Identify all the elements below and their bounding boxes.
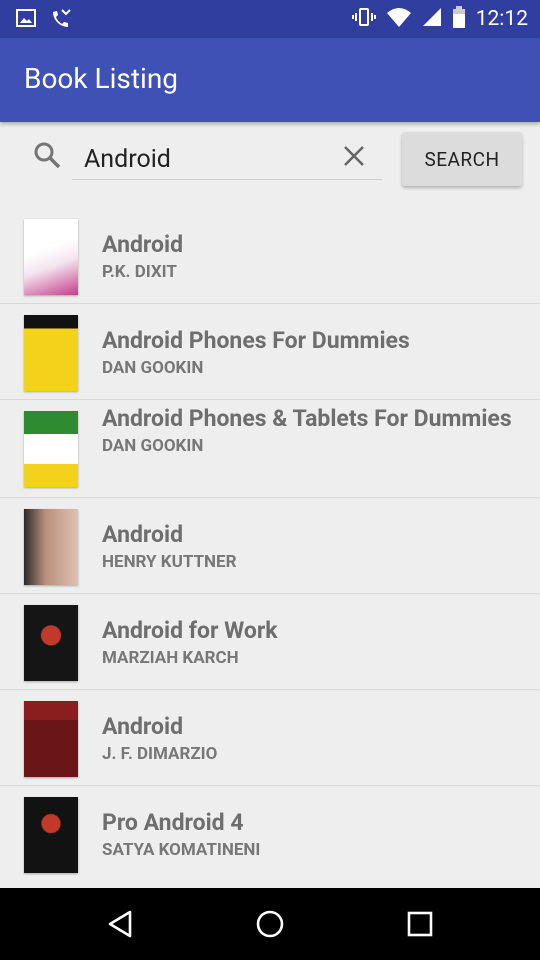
book-author: J. F. DIMARZIO [102,744,218,764]
book-cover [24,701,78,777]
book-cover [24,315,78,391]
list-item[interactable]: Android P.K. DIXIT [0,208,540,304]
book-title: Android [102,713,184,740]
list-item[interactable]: Android for Work MARZIAH KARCH [0,594,540,690]
book-author: MARZIAH KARCH [102,648,239,668]
battery-icon [452,6,466,32]
book-title: Pro Android 4 [102,809,244,836]
app-bar: Book Listing [0,38,540,122]
search-row: SEARCH [0,122,540,202]
book-title: Android Phones & Tablets For Dummies [102,405,512,432]
back-icon[interactable] [104,908,136,944]
vibrate-icon [351,7,376,31]
recents-icon[interactable] [404,908,436,944]
book-author: P.K. DIXIT [102,262,177,282]
status-time: 12:12 [475,7,528,31]
book-title: Android for Work [102,617,278,644]
status-bar: 12:12 [0,0,540,38]
missed-call-icon [50,8,72,32]
book-title: Android [102,521,184,548]
book-cover [24,509,78,585]
book-author: DAN GOOKIN [102,436,204,456]
list-item[interactable]: Android Phones For Dummies DAN GOOKIN [0,304,540,400]
search-input[interactable] [72,140,382,180]
navigation-bar [0,888,540,960]
gallery-notification-icon [16,8,36,32]
book-author: DAN GOOKIN [102,358,204,378]
list-item[interactable]: Android HENRY KUTTNER [0,498,540,594]
wifi-icon [386,7,412,31]
list-item[interactable]: Pro Android 4 SATYA KOMATINENI [0,786,540,882]
list-item[interactable]: Android Phones & Tablets For Dummies DAN… [0,400,540,498]
signal-icon [422,7,442,31]
home-icon[interactable] [254,908,286,944]
book-cover [24,219,78,295]
book-cover [24,797,78,873]
book-author: SATYA KOMATINENI [102,840,261,860]
book-cover [24,605,78,681]
book-author: HENRY KUTTNER [102,552,237,572]
book-title: Android Phones For Dummies [102,327,410,354]
search-button[interactable]: SEARCH [402,132,522,186]
book-cover [24,411,78,487]
book-list[interactable]: Android P.K. DIXIT Android Phones For Du… [0,208,540,882]
app-title: Book Listing [24,62,179,95]
search-icon [32,140,62,174]
close-icon[interactable] [340,142,368,174]
book-title: Android [102,231,184,258]
list-item[interactable]: Android J. F. DIMARZIO [0,690,540,786]
